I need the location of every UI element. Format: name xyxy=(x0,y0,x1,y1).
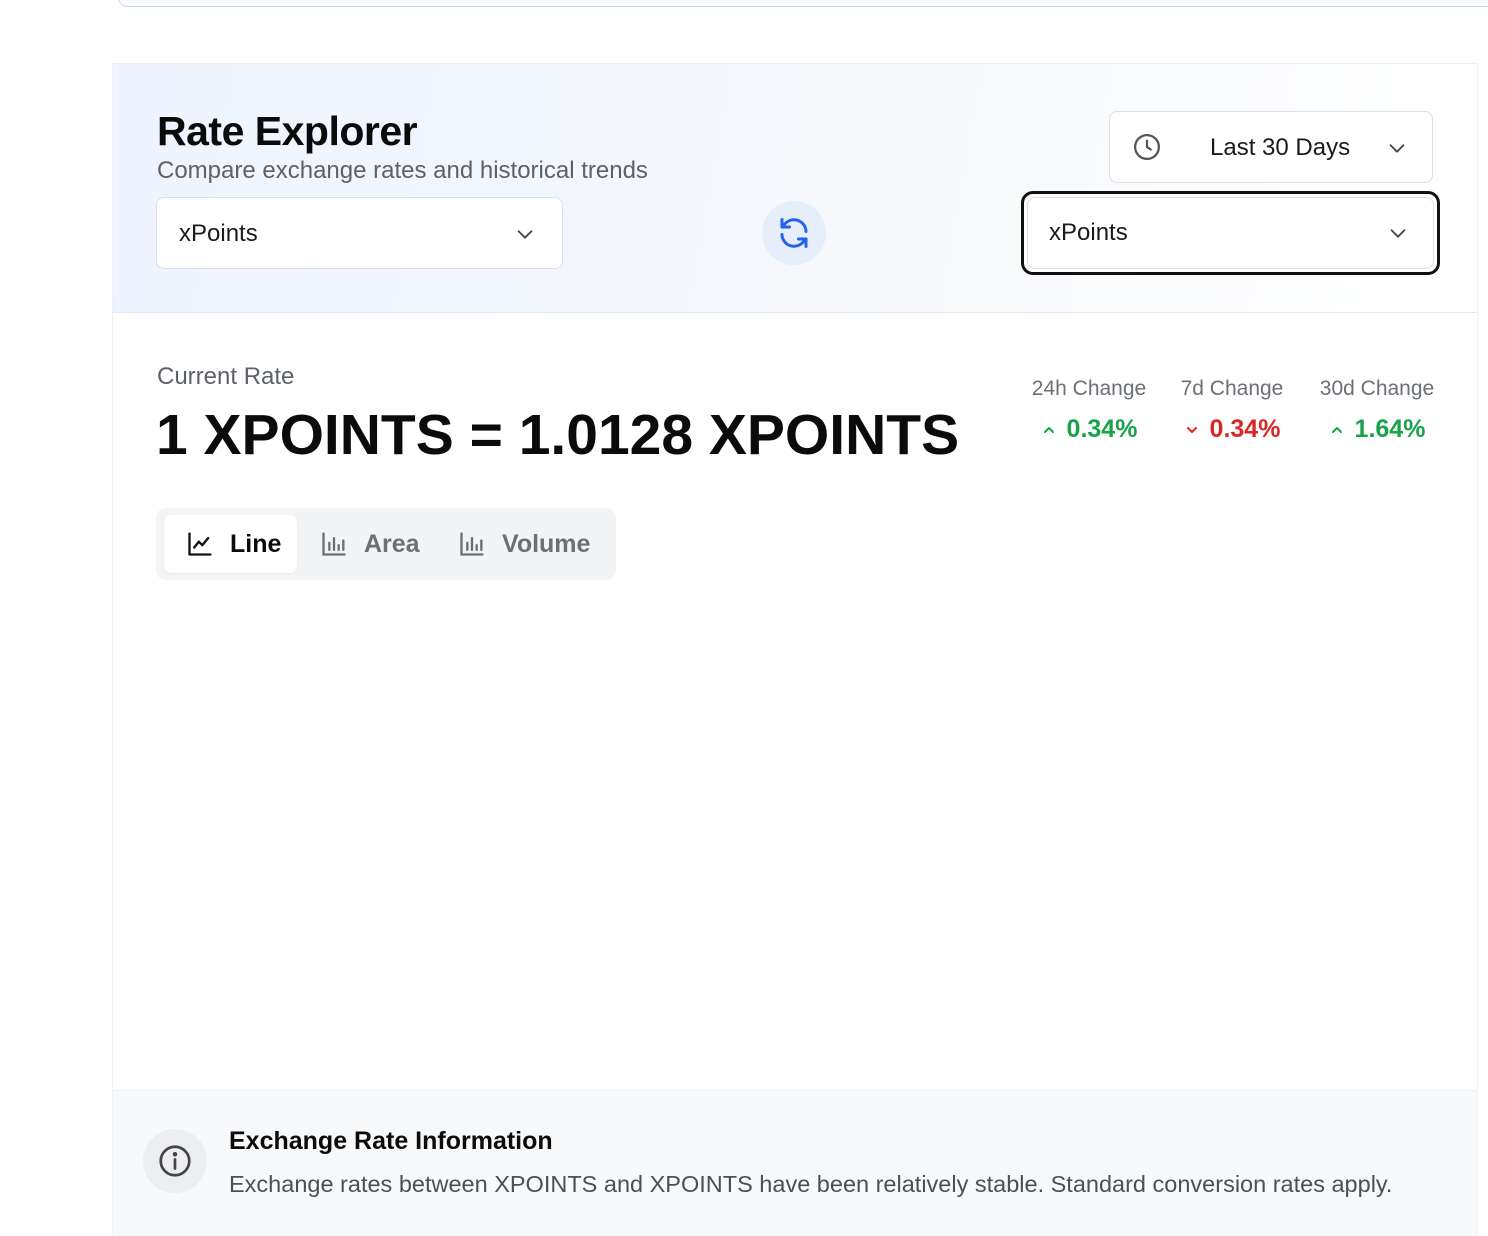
chevron-up-icon xyxy=(1331,426,1342,433)
tab-area[interactable]: Area xyxy=(306,515,436,573)
line-chart-icon xyxy=(188,532,212,556)
period-select-value: Last 30 Days xyxy=(1210,134,1351,161)
change-7d: 7d Change 0.34% xyxy=(1177,377,1287,444)
top-search-bar-edge xyxy=(118,0,1488,7)
rate-explorer-card: Rate Explorer Compare exchange rates and… xyxy=(113,64,1477,1236)
change-7d-label: 7d Change xyxy=(1180,377,1284,400)
from-currency-select[interactable]: xPoints xyxy=(156,197,563,269)
current-rate-label: Current Rate xyxy=(157,363,295,390)
page-title: Rate Explorer xyxy=(157,108,418,154)
chevron-down-icon xyxy=(1186,426,1197,433)
to-currency-value: xPoints xyxy=(1049,219,1128,246)
chevron-down-icon xyxy=(1390,229,1406,238)
change-24h: 24h Change 0.34% xyxy=(1029,377,1149,444)
tab-volume[interactable]: Volume xyxy=(446,515,606,573)
change-24h-value-row: 0.34% xyxy=(1029,415,1149,444)
info-icon-badge xyxy=(143,1129,207,1193)
bar-chart-icon xyxy=(322,532,346,556)
info-panel: Exchange Rate Information Exchange rates… xyxy=(113,1090,1477,1236)
info-title: Exchange Rate Information xyxy=(229,1127,553,1155)
change-30d: 30d Change 1.64% xyxy=(1315,377,1439,444)
change-24h-value: 0.34% xyxy=(1066,415,1138,443)
page-subtitle: Compare exchange rates and historical tr… xyxy=(157,157,648,184)
card-header: Rate Explorer Compare exchange rates and… xyxy=(113,64,1477,313)
chevron-down-icon xyxy=(517,230,533,239)
change-24h-label: 24h Change xyxy=(1031,377,1147,400)
tab-volume-label: Volume xyxy=(502,529,591,558)
refresh-icon xyxy=(780,218,808,248)
chart-type-tabs: Line Area Volume xyxy=(156,508,616,580)
clock-icon xyxy=(1134,134,1160,160)
bar-chart-icon xyxy=(460,532,484,556)
tab-area-label: Area xyxy=(364,529,420,558)
change-30d-value-row: 1.64% xyxy=(1315,415,1439,444)
change-7d-value: 0.34% xyxy=(1209,415,1281,443)
tab-line-label: Line xyxy=(230,529,282,558)
from-currency-value: xPoints xyxy=(179,220,258,247)
to-currency-select[interactable]: xPoints xyxy=(1021,191,1440,275)
tab-line[interactable]: Line xyxy=(164,515,297,573)
change-30d-value: 1.64% xyxy=(1354,415,1426,443)
change-7d-value-row: 0.34% xyxy=(1177,415,1287,444)
chevron-up-icon xyxy=(1043,426,1054,433)
chevron-down-icon xyxy=(1389,144,1405,153)
period-select[interactable]: Last 30 Days xyxy=(1109,111,1433,183)
current-rate-value: 1 XPOINTS = 1.0128 XPOINTS xyxy=(156,403,960,467)
info-icon xyxy=(159,1145,191,1177)
change-30d-label: 30d Change xyxy=(1319,377,1435,400)
info-text: Exchange rates between XPOINTS and XPOIN… xyxy=(229,1171,1393,1197)
swap-currencies-button[interactable] xyxy=(762,201,826,265)
